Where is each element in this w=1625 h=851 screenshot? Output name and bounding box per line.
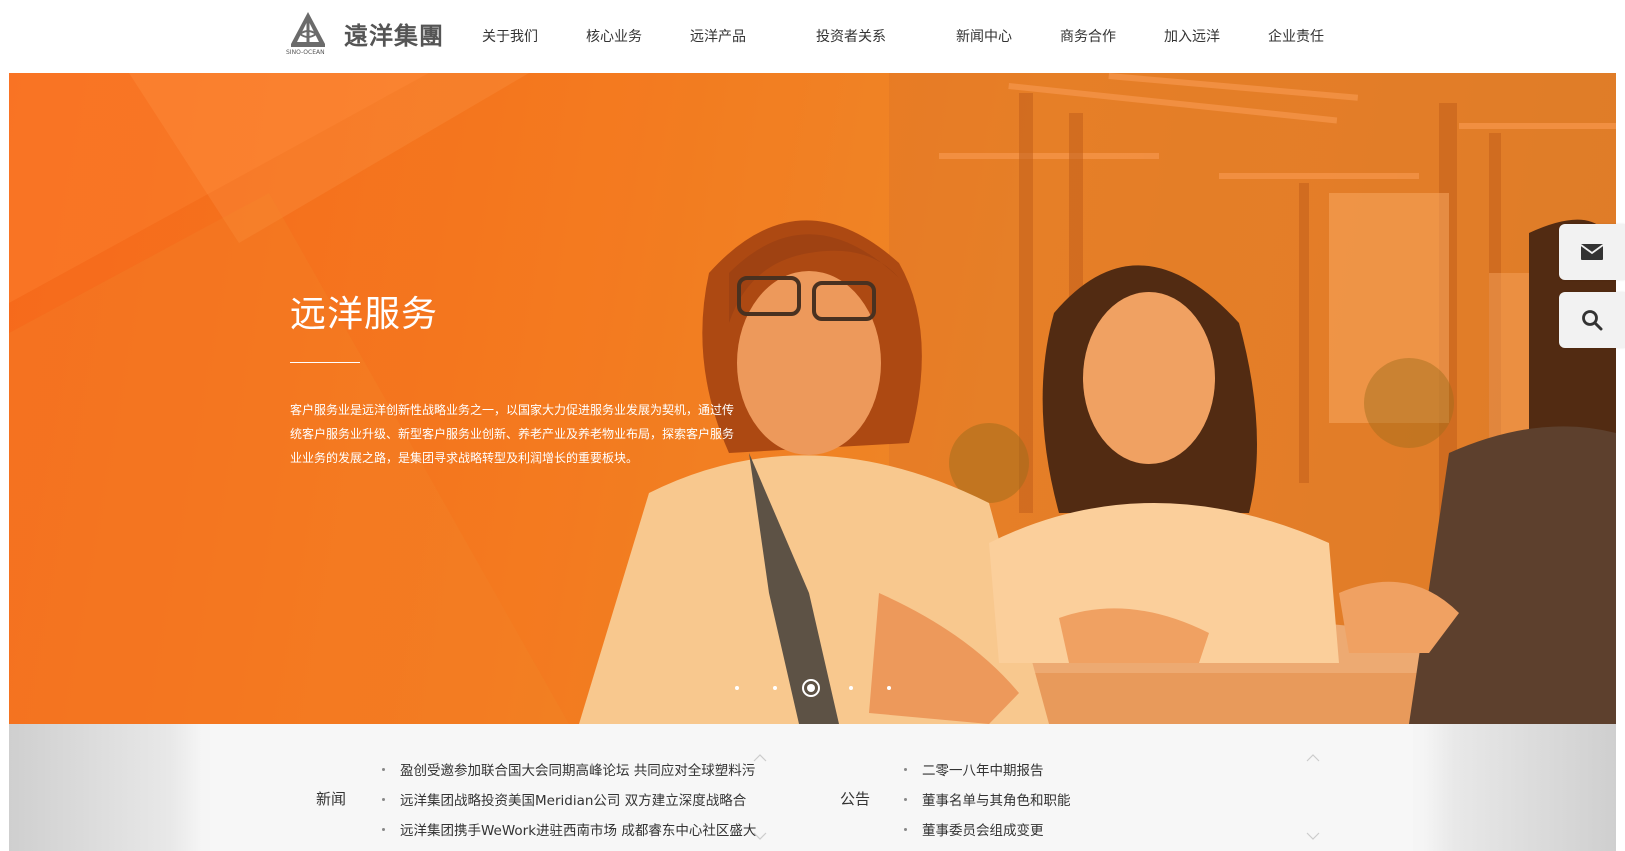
notice-item-3[interactable]: 董事委员会组成变更 <box>922 819 1282 839</box>
news-scroll-down-icon[interactable] <box>753 832 767 840</box>
notice-item-2[interactable]: 董事名单与其角色和职能 <box>922 789 1282 809</box>
slide-dot-5[interactable] <box>887 686 891 690</box>
notice-item-1[interactable]: 二零一八年中期报告 <box>922 759 1282 779</box>
notice-label: 公告 <box>840 790 871 808</box>
slide-dot-2[interactable] <box>773 686 777 690</box>
news-item-2[interactable]: 远洋集团战略投资美国Meridian公司 双方建立深度战略合 <box>400 789 760 809</box>
nav-news-center[interactable]: 新闻中心 <box>956 26 1012 46</box>
nav-business-cooperation[interactable]: 商务合作 <box>1060 26 1116 46</box>
notice-scroll-down-icon[interactable] <box>1306 832 1320 840</box>
slider-pagination <box>0 673 1625 703</box>
sino-ocean-logo-icon: SINO-OCEAN <box>286 10 328 56</box>
news-item-1[interactable]: 盈创受邀参加联合国大会同期高峰论坛 共同应对全球塑料污 <box>400 759 760 779</box>
logo-en-text: SINO-OCEAN <box>286 49 325 56</box>
nav-investor-relations[interactable]: 投资者关系 <box>816 26 886 46</box>
notice-scroll-up-icon[interactable] <box>1306 754 1320 762</box>
news-item-3[interactable]: 远洋集团携手WeWork进驻西南市场 成都睿东中心社区盛大 <box>400 819 760 839</box>
notice-bullet <box>904 768 907 771</box>
news-bullet <box>382 828 385 831</box>
hero-title: 远洋服务 <box>290 294 439 335</box>
brand-name: 遠洋集團 <box>344 21 444 50</box>
hero-description: 客户服务业是远洋创新性战略业务之一，以国家大力促进服务业发展为契机，通过传统客户… <box>290 403 735 465</box>
slide-dot-3-active[interactable] <box>802 679 820 697</box>
notice-bullet <box>904 828 907 831</box>
nav-social-responsibility[interactable]: 企业责任 <box>1268 26 1324 46</box>
hero-divider <box>290 362 360 363</box>
nav-about[interactable]: 关于我们 <box>482 26 538 46</box>
news-label: 新闻 <box>316 790 347 808</box>
site-search-button[interactable] <box>1559 292 1625 348</box>
search-icon <box>1582 310 1603 331</box>
slide-dot-4[interactable] <box>849 686 853 690</box>
news-notice-bar: 新闻 盈创受邀参加联合国大会同期高峰论坛 共同应对全球塑料污 远洋集团战略投资美… <box>9 724 1616 851</box>
news-bullet <box>382 768 385 771</box>
mail-icon <box>1580 244 1604 260</box>
nav-join-us[interactable]: 加入远洋 <box>1164 26 1220 46</box>
nav-core-business[interactable]: 核心业务 <box>586 26 642 46</box>
news-bullet <box>382 798 385 801</box>
slide-dot-1[interactable] <box>735 686 739 690</box>
notice-bullet <box>904 798 907 801</box>
news-notice-panel: 新闻 盈创受邀参加联合国大会同期高峰论坛 共同应对全球塑料污 远洋集团战略投资美… <box>210 724 1413 851</box>
nav-products[interactable]: 远洋产品 <box>690 26 746 46</box>
contact-mail-button[interactable] <box>1559 224 1625 280</box>
hero-photo <box>9 73 1616 724</box>
top-header: SINO-OCEAN 遠洋集團 关于我们 核心业务 远洋产品 投资者关系 新闻中… <box>0 0 1625 73</box>
brand-logo[interactable]: SINO-OCEAN 遠洋集團 <box>286 10 444 56</box>
hero-banner[interactable]: 远洋服务 客户服务业是远洋创新性战略业务之一，以国家大力促进服务业发展为契机，通… <box>9 73 1616 724</box>
